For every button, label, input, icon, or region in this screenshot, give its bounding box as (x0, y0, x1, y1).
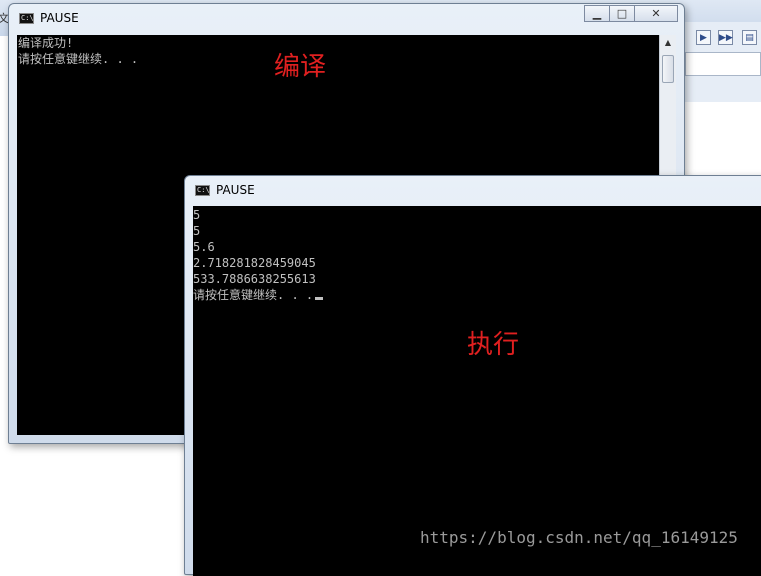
console-line: 2.718281828459045 (193, 256, 316, 270)
console-line: 请按任意键继续. . . (18, 52, 139, 66)
cmd-icon (195, 185, 210, 196)
fast-forward-icon[interactable]: ▶▶ (718, 30, 733, 45)
minimize-icon: ▁ (592, 7, 602, 20)
titlebar[interactable]: PAUSE ▁ □ ✕ (9, 4, 684, 34)
cmd-icon (19, 13, 34, 24)
console-line: 5 (193, 224, 201, 238)
console-window-run: PAUSE 5 5 5.6 2.718281828459045 533.7886… (184, 175, 761, 576)
console-output: 5 5 5.6 2.718281828459045 533.7886638255… (193, 206, 761, 576)
titlebar[interactable]: PAUSE (185, 176, 761, 206)
console-line: 5.6 (193, 240, 215, 254)
window-title: PAUSE (216, 183, 255, 197)
console-line: 编译成功! (18, 36, 74, 50)
close-button[interactable]: ✕ (634, 5, 678, 22)
maximize-icon: □ (616, 7, 628, 20)
scroll-thumb[interactable] (662, 55, 674, 83)
window-icon[interactable]: ▤ (742, 30, 757, 45)
play-icon[interactable]: ▶ (696, 30, 711, 45)
console-line: 5 (193, 208, 201, 222)
background-input[interactable] (685, 52, 761, 76)
close-icon: ✕ (651, 7, 661, 20)
minimize-button[interactable]: ▁ (584, 5, 610, 22)
window-title: PAUSE (40, 11, 79, 25)
annotation-compile: 编译 (274, 52, 327, 82)
prompt-text: 请按任意键继续. . . (193, 288, 314, 302)
maximize-button[interactable]: □ (609, 5, 635, 22)
console-line-prompt: 请按任意键继续. . . (193, 287, 761, 303)
annotation-run: 执行 (467, 330, 520, 360)
console-line: 533.7886638255613 (193, 272, 316, 286)
scroll-up-icon[interactable]: ▲ (660, 35, 676, 51)
watermark: https://blog.csdn.net/qq_16149125 (420, 528, 738, 547)
text-cursor (315, 297, 324, 300)
